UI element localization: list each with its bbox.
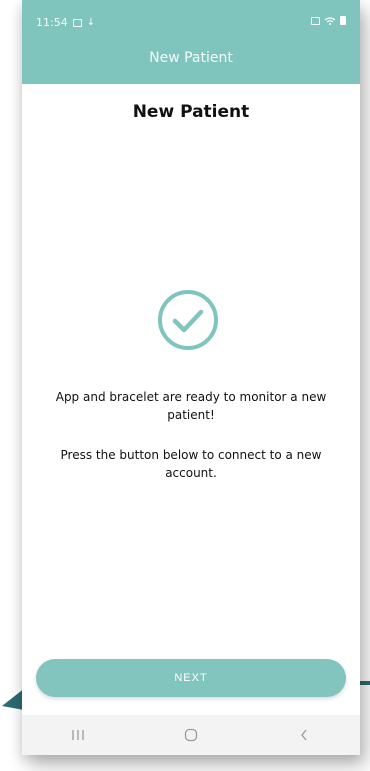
page-title: New Patient <box>132 102 250 122</box>
home-icon <box>184 728 198 742</box>
top-app-bar: 11:54 ↓ New Patient <box>22 0 360 84</box>
system-nav-bar <box>22 715 360 755</box>
alarm-icon <box>311 16 320 25</box>
image-icon <box>72 18 82 27</box>
check-circle-icon <box>158 290 218 350</box>
phone-screen: 11:54 ↓ New Patient New Patient App and … <box>22 0 360 755</box>
app-bar-title: New Patient <box>149 50 233 66</box>
back-icon <box>300 729 307 741</box>
nav-back-button[interactable] <box>274 720 334 750</box>
nav-recents-button[interactable] <box>48 720 108 750</box>
status-time: 11:54 <box>36 16 68 29</box>
pointer-arrow-right <box>360 681 370 685</box>
wifi-signal-icon <box>324 17 336 25</box>
instruction-message: Press the button below to connect to a n… <box>60 448 322 480</box>
ready-message: App and bracelet are ready to monitor a … <box>55 390 327 422</box>
next-button[interactable]: NEXT <box>36 659 346 697</box>
download-icon: ↓ <box>86 16 96 28</box>
status-bar-right <box>311 16 346 25</box>
battery-icon <box>340 16 346 25</box>
nav-home-button[interactable] <box>161 720 221 750</box>
status-bar-left: 11:54 ↓ <box>36 16 95 29</box>
screenshot-canvas: 11:54 ↓ New Patient New Patient App and … <box>0 0 370 771</box>
recents-icon <box>72 730 84 740</box>
